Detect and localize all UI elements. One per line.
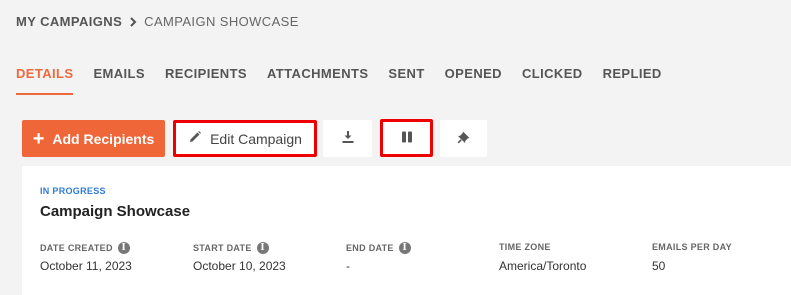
emails-per-day-value: 50 (652, 259, 666, 273)
tab-bar: DETAILS EMAILS RECIPIENTS ATTACHMENTS SE… (16, 58, 662, 95)
download-icon (341, 130, 355, 147)
breadcrumb-my-campaigns[interactable]: MY CAMPAIGNS (16, 14, 122, 29)
date-created-label: DATE CREATED i (40, 242, 130, 254)
tab-attachments[interactable]: ATTACHMENTS (267, 58, 368, 95)
pin-icon (457, 130, 471, 147)
tab-opened[interactable]: OPENED (445, 58, 502, 95)
tab-recipients[interactable]: RECIPIENTS (165, 58, 247, 95)
edit-campaign-button[interactable]: Edit Campaign (173, 120, 317, 157)
plus-icon: + (32, 127, 45, 150)
edit-campaign-label: Edit Campaign (210, 130, 302, 147)
tab-replied[interactable]: REPLIED (603, 58, 662, 95)
chevron-right-icon (129, 16, 137, 27)
end-date-label: END DATE i (346, 242, 411, 254)
pencil-icon (188, 130, 202, 147)
info-icon[interactable]: i (398, 242, 411, 254)
date-created-value: October 11, 2023 (40, 259, 132, 273)
breadcrumb-current: CAMPAIGN SHOWCASE (144, 14, 299, 29)
campaign-details-card: IN PROGRESS Campaign Showcase DATE CREAT… (22, 166, 791, 295)
start-date-label: START DATE i (193, 242, 269, 254)
tab-details[interactable]: DETAILS (16, 58, 74, 95)
start-date-value: October 10, 2023 (193, 259, 286, 273)
status-badge: IN PROGRESS (40, 186, 106, 196)
add-recipients-button[interactable]: + Add Recipients (22, 120, 165, 157)
time-zone-value: America/Toronto (499, 259, 587, 273)
end-date-value: - (346, 259, 350, 273)
add-recipients-label: Add Recipients (52, 130, 155, 147)
breadcrumb: MY CAMPAIGNS CAMPAIGN SHOWCASE (16, 14, 299, 29)
download-button[interactable] (323, 120, 372, 157)
pause-button[interactable] (380, 119, 433, 157)
tab-emails[interactable]: EMAILS (93, 58, 145, 95)
emails-per-day-label: EMAILS PER DAY (652, 242, 732, 252)
tab-sent[interactable]: SENT (388, 58, 424, 95)
info-icon[interactable]: i (256, 242, 269, 254)
time-zone-label: TIME ZONE (499, 242, 551, 252)
tab-clicked[interactable]: CLICKED (522, 58, 583, 95)
pin-button[interactable] (440, 120, 487, 157)
campaign-title: Campaign Showcase (40, 203, 191, 220)
info-icon[interactable]: i (117, 242, 130, 254)
pause-icon (400, 130, 414, 147)
